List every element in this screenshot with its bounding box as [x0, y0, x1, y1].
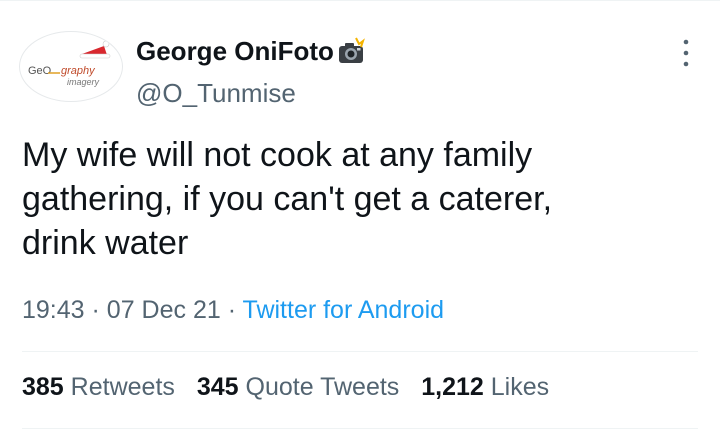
tweet-text: My wife will not cook at any family gath…	[22, 136, 553, 262]
likes-count: 1,212	[421, 373, 484, 401]
likes-stat[interactable]: 1,212 Likes	[421, 373, 549, 401]
retweets-label: Retweets	[70, 373, 175, 401]
more-vertical-icon[interactable]	[680, 37, 692, 69]
tweet-date[interactable]: 07 Dec 21	[107, 296, 221, 324]
avatar-logo-text-3: imagery	[67, 77, 100, 87]
retweets-stat[interactable]: 385 Retweets	[22, 373, 175, 401]
tweet-time[interactable]: 19:43	[22, 296, 85, 324]
tweet-source-link[interactable]: Twitter for Android	[243, 296, 444, 324]
stats-bottom-divider	[22, 428, 698, 429]
likes-label: Likes	[490, 373, 550, 401]
user-handle[interactable]: @O_Tunmise	[136, 78, 296, 109]
retweets-count: 385	[22, 373, 64, 401]
camera-with-flash-icon	[336, 37, 366, 67]
meta-separator: ·	[227, 296, 243, 324]
tweet-metadata: 19:43 · 07 Dec 21 · Twitter for Android	[22, 296, 444, 325]
avatar[interactable]: GeO graphy imagery	[19, 31, 123, 102]
santa-hat-pompom	[102, 40, 110, 48]
avatar-logo: GeO graphy imagery	[28, 40, 111, 87]
meta-separator: ·	[91, 296, 107, 324]
santa-hat-trim	[79, 53, 111, 59]
display-name[interactable]: George OniFoto	[136, 36, 366, 67]
quote-tweets-label: Quote Tweets	[245, 373, 400, 401]
stats-top-divider	[22, 351, 698, 352]
quote-tweets-count: 345	[196, 373, 239, 401]
avatar-logo-text-2: graphy	[61, 65, 96, 77]
display-name-text: George OniFoto	[136, 36, 334, 66]
engagement-stats: 385 Retweets 345 Quote Tweets 1,212 Like…	[22, 373, 564, 402]
quote-tweets-stat[interactable]: 345 Quote Tweets	[197, 373, 399, 401]
avatar-logo-text-1: GeO	[28, 65, 52, 77]
top-divider	[0, 0, 720, 1]
